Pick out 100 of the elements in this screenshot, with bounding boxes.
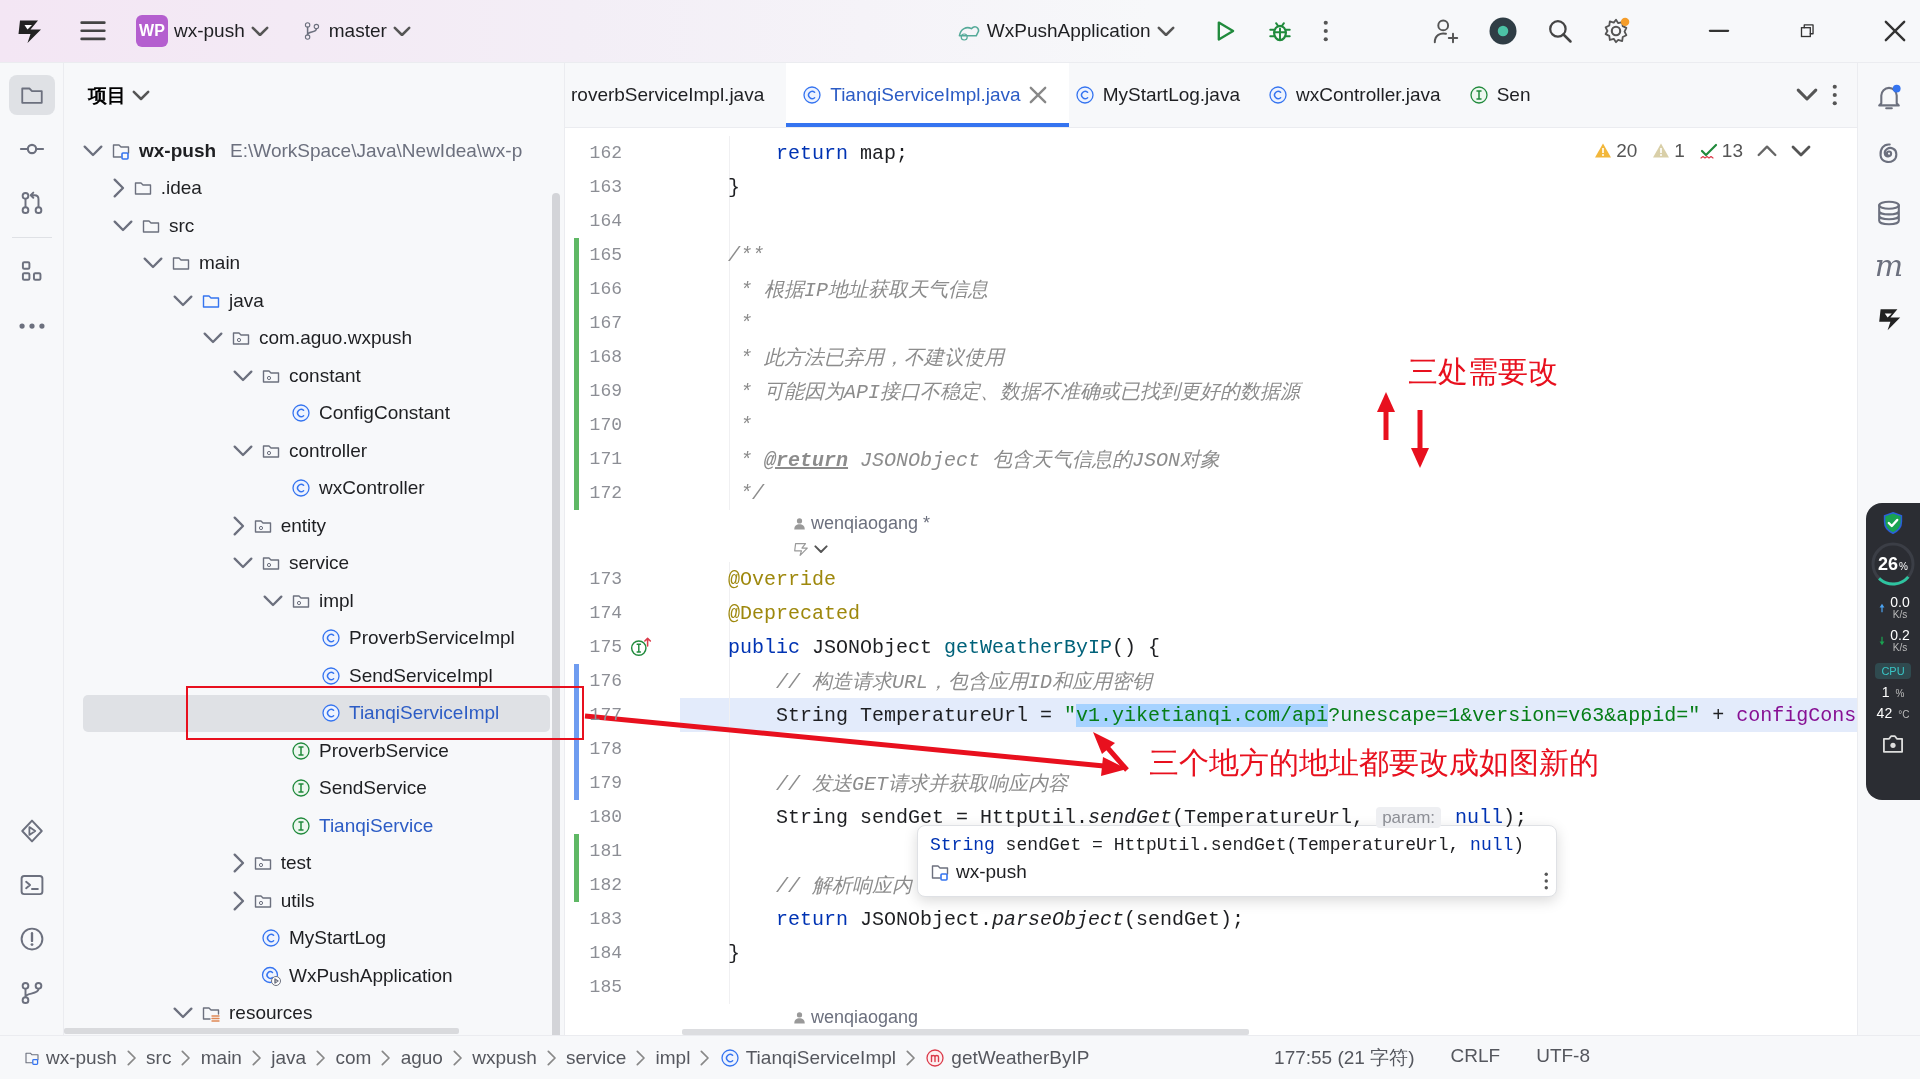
editor-tab[interactable]: roverbServiceImpl.java: [565, 63, 787, 127]
minimize-icon[interactable]: [1708, 29, 1730, 33]
editor-tab[interactable]: TianqiServiceImpl.java: [786, 63, 1069, 127]
download-speed: 0.2: [1890, 628, 1910, 643]
tree-item[interactable]: SendService: [83, 769, 550, 807]
scrollbar[interactable]: [552, 193, 560, 1035]
module-name: wx-push: [956, 861, 1027, 884]
code-line: String TemperatureUrl = "v1.yiketianqi.com/api?unescape=1&version=v63&appid=" + configCons: [775, 703, 1857, 727]
code-line: @Override: [727, 567, 837, 591]
settings-icon[interactable]: [1602, 17, 1630, 45]
breadcrumb[interactable]: wxpush: [468, 1044, 541, 1071]
tree-item[interactable]: java: [83, 282, 550, 320]
load-unit: %: [1895, 688, 1905, 700]
chevron-right-icon: [233, 853, 245, 874]
tree-item[interactable]: wx-push E:\WorkSpace\Java\NewIdea\wx-p: [83, 132, 550, 170]
tree-item[interactable]: controller: [83, 432, 550, 470]
tree-item[interactable]: SendServiceImpl: [83, 657, 550, 695]
status-item[interactable]: 177:55 (21 字符): [1274, 1044, 1415, 1071]
inspection-count[interactable]: 1: [1674, 140, 1685, 162]
more-icon[interactable]: [1831, 84, 1837, 106]
line-number: 165: [588, 245, 622, 265]
tree-item[interactable]: wxController: [83, 469, 550, 507]
status-circle-icon[interactable]: [1488, 16, 1518, 46]
warning-icon: [1651, 141, 1672, 161]
chevron-right-icon: [452, 1049, 463, 1066]
chevron-up-icon[interactable]: [1757, 145, 1777, 157]
breadcrumb[interactable]: service: [562, 1044, 631, 1071]
breadcrumb[interactable]: aguo: [396, 1044, 447, 1071]
more-icon: [18, 322, 45, 330]
scrollbar[interactable]: [682, 1029, 1249, 1035]
breadcrumb[interactable]: getWeatherByIP: [921, 1044, 1094, 1071]
tree-item[interactable]: ProverbService: [83, 732, 550, 770]
breadcrumb[interactable]: src: [142, 1044, 176, 1071]
tree-item[interactable]: TianqiServiceImpl: [83, 694, 550, 732]
breadcrumb[interactable]: com: [331, 1044, 376, 1071]
breadcrumb[interactable]: TianqiServiceImpl: [715, 1044, 900, 1071]
line-number: 163: [588, 177, 622, 197]
scrollbar[interactable]: [64, 1028, 459, 1034]
status-item[interactable]: CRLF: [1450, 1044, 1501, 1071]
tree-item[interactable]: ConfigConstant: [83, 394, 550, 432]
project-selector[interactable]: WP wx-push: [128, 9, 277, 53]
tree-item[interactable]: TianqiService: [83, 807, 550, 845]
editor-tab[interactable]: Sen: [1462, 63, 1553, 127]
database-icon: [1875, 199, 1903, 227]
chevron-down-icon[interactable]: [1791, 145, 1811, 157]
cpu-load: 1: [1881, 684, 1890, 701]
terminal-icon: [18, 872, 45, 898]
code-line: * 此方法已弃用，不建议使用: [739, 345, 1004, 371]
tree-item[interactable]: ProverbServiceImpl: [83, 619, 550, 657]
tree-item[interactable]: service: [83, 544, 550, 582]
chevron-down-icon: [132, 90, 150, 101]
line-number: 185: [588, 977, 622, 997]
breadcrumb[interactable]: wx-push: [20, 1044, 121, 1071]
tree-item[interactable]: com.aguo.wxpush: [83, 319, 550, 357]
chevron-right-icon: [381, 1049, 391, 1066]
status-item[interactable]: UTF-8: [1536, 1044, 1590, 1071]
tree-item[interactable]: WxPushApplication: [83, 957, 550, 995]
tree-item[interactable]: main: [83, 244, 550, 282]
inspection-count[interactable]: 13: [1721, 140, 1743, 162]
run-config-selector[interactable]: WxPushApplication: [948, 13, 1183, 49]
tool-window-button[interactable]: m: [1874, 251, 1904, 281]
c-circle-icon: [321, 665, 341, 686]
add-user-icon[interactable]: [1432, 17, 1460, 45]
interface-arrow-icon[interactable]: [630, 636, 652, 658]
tree-item[interactable]: constant: [83, 357, 550, 395]
chevron-down-icon: [143, 257, 163, 270]
breadcrumb[interactable]: main: [196, 1044, 246, 1071]
tree-item[interactable]: entity: [83, 507, 550, 545]
panel-title[interactable]: 项目: [88, 82, 150, 109]
chevron-down-icon: [233, 444, 253, 457]
code-line: * @return JSONObject 包含天气信息的JSON对象: [739, 447, 1221, 473]
tree-item[interactable]: src: [83, 207, 550, 245]
editor-tab[interactable]: MyStartLog.java: [1068, 63, 1262, 127]
tree-item[interactable]: impl: [83, 582, 550, 620]
tree-item[interactable]: resources: [83, 994, 550, 1032]
chevron-right-icon: [251, 1049, 262, 1066]
author-hint[interactable]: wenqiaogang *: [811, 512, 931, 534]
chevron-right-icon: [126, 1049, 137, 1066]
editor-tab[interactable]: wxController.java: [1262, 63, 1463, 127]
chevron-down-icon[interactable]: [1795, 88, 1818, 102]
close-icon[interactable]: [1884, 20, 1906, 42]
check-icon: [1698, 141, 1719, 161]
branch-selector[interactable]: master: [292, 14, 419, 48]
tree-item[interactable]: utils: [83, 882, 550, 920]
c-circle-icon: [291, 403, 311, 424]
menu-icon: [80, 21, 106, 41]
tree-item[interactable]: MyStartLog: [83, 919, 550, 957]
inspection-count[interactable]: 20: [1616, 140, 1638, 162]
tree-item[interactable]: test: [83, 844, 550, 882]
breadcrumb[interactable]: impl: [651, 1044, 695, 1071]
tree-item[interactable]: .idea: [83, 169, 550, 207]
search-icon[interactable]: [1546, 17, 1574, 45]
line-number: 169: [588, 381, 622, 401]
more-icon[interactable]: [1543, 872, 1548, 890]
author-hint[interactable]: wenqiaogang: [811, 1006, 919, 1028]
chevron-down-icon[interactable]: [814, 544, 828, 554]
code-line: // 构造请求URL，包含应用ID和应用密钥: [775, 669, 1153, 695]
breadcrumb[interactable]: java: [267, 1044, 311, 1071]
line-number: 164: [588, 211, 622, 231]
i-circle-icon: [1468, 85, 1489, 105]
